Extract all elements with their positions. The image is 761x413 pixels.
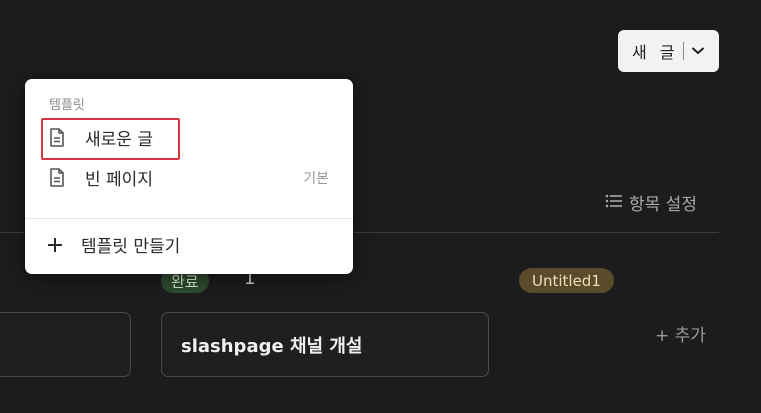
create-template-label: 템플릿 만들기: [81, 237, 181, 257]
new-post-label: 새 글: [632, 43, 679, 62]
create-template-button[interactable]: 템플릿 만들기: [47, 232, 180, 257]
field-settings-button[interactable]: 항목 설정: [605, 190, 697, 215]
template-item-label: 빈 페이지: [85, 170, 153, 190]
add-card-button[interactable]: + 추가: [655, 321, 706, 346]
default-hint: 기본: [303, 170, 329, 187]
board-card[interactable]: [0, 312, 131, 377]
plus-icon: [47, 237, 63, 253]
status-badge-untitled: Untitled1: [519, 268, 614, 293]
template-section-label: 템플릿: [49, 98, 85, 113]
template-item-label: 새로운 글: [85, 130, 153, 150]
board-card[interactable]: slashpage 채널 개설: [161, 312, 489, 377]
new-post-button[interactable]: 새 글: [618, 30, 719, 72]
template-item-new-post[interactable]: 새로운 글: [49, 125, 153, 150]
template-menu: 템플릿 새로운 글 빈 페이지 기본 템플릿 만들기: [25, 79, 353, 274]
field-settings-label: 항목 설정: [629, 195, 697, 215]
template-item-blank-page[interactable]: 빈 페이지 기본: [49, 165, 329, 190]
document-icon: [49, 128, 69, 148]
list-icon: [605, 193, 623, 213]
document-icon: [49, 168, 69, 188]
card-title: slashpage 채널 개설: [181, 335, 363, 357]
menu-divider: [25, 218, 353, 219]
chevron-down-icon[interactable]: [684, 30, 712, 72]
add-label: + 추가: [655, 326, 706, 346]
